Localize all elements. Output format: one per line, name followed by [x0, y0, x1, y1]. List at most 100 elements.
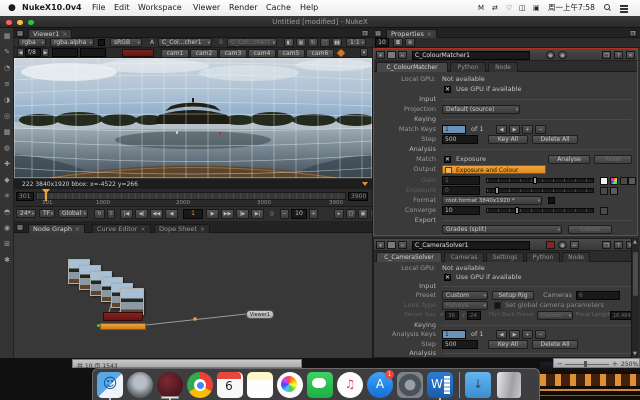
collapse-icon[interactable]: ▾	[376, 241, 385, 249]
channels-select[interactable]: rgba	[18, 38, 46, 47]
channel-chip[interactable]	[620, 177, 628, 185]
delete-key-icon[interactable]: −	[535, 125, 546, 134]
ime-icon[interactable]: M	[478, 0, 484, 16]
layer-select[interactable]: rgba.alpha	[50, 38, 94, 47]
properties-scrollbar[interactable]: ▲ ▼	[631, 238, 639, 358]
delete-key-icon[interactable]: −	[535, 330, 546, 339]
cameras-field[interactable]: 6	[576, 291, 620, 300]
timecode-mode-select[interactable]: TF	[39, 209, 55, 218]
playhead-marker-icon[interactable]	[42, 189, 50, 194]
range-start-field[interactable]: 301	[16, 192, 34, 201]
global-params-checkbox[interactable]	[494, 302, 501, 309]
projection-select[interactable]: Default (source)	[442, 105, 520, 114]
key-all-button[interactable]: Key All	[488, 340, 528, 349]
collapse-icon[interactable]: ▾	[376, 51, 385, 59]
tab-viewer1[interactable]: Viewer1	[28, 29, 72, 38]
colour-matcher-node[interactable]	[100, 323, 146, 330]
tab-curve-editor[interactable]: Curve Editor	[92, 224, 151, 233]
float-panel-icon[interactable]: ❐	[602, 241, 611, 249]
store-preset-icon[interactable]: ◉	[546, 51, 555, 59]
deep-icon[interactable]: ◓	[0, 208, 14, 216]
next-key-button[interactable]: |▶	[236, 209, 249, 219]
panel-menu-icon[interactable]: ▤	[16, 224, 24, 231]
roi-icon[interactable]: ⬚	[320, 38, 330, 47]
trash-dock-icon[interactable]	[497, 372, 521, 398]
converge-field[interactable]: 10	[442, 206, 480, 215]
exposure-slider-handle[interactable]	[495, 187, 499, 194]
viewer-image[interactable]	[14, 58, 372, 178]
tab-python[interactable]: Python	[450, 62, 486, 72]
particles-icon[interactable]: ✳	[0, 192, 14, 200]
goto-end-button[interactable]: ▶|	[251, 209, 264, 219]
float-panel-icon[interactable]: ❐	[602, 51, 611, 59]
max-panels-field[interactable]: 10	[375, 38, 389, 47]
alpha-toggle[interactable]	[98, 39, 105, 46]
help-icon[interactable]: ?	[614, 51, 623, 59]
color-swatch-white[interactable]	[600, 177, 608, 185]
keyer-icon[interactable]: ▩	[0, 128, 14, 136]
range-end-field[interactable]: 3900	[348, 192, 368, 201]
revert-icon[interactable]: ↩	[570, 241, 579, 249]
gamma-field[interactable]	[52, 48, 78, 57]
use-gpu-checkbox[interactable]	[444, 86, 451, 93]
gain-prev-icon[interactable]: ◀	[17, 48, 24, 57]
menu-render[interactable]: Render	[229, 0, 257, 16]
menu-workspace[interactable]: Workspace	[138, 0, 182, 16]
input-a-select[interactable]: C_Col...cher1	[158, 38, 212, 47]
key-all-button[interactable]: Key All	[488, 135, 528, 144]
warning-icon[interactable]	[362, 182, 368, 186]
format-lock-checkbox[interactable]	[548, 197, 555, 204]
view-cam4-button[interactable]: cam4	[248, 49, 276, 58]
bypass-icon[interactable]	[546, 241, 555, 249]
exposure-slider[interactable]	[486, 188, 594, 193]
timeline-track[interactable]	[36, 192, 346, 200]
lock-range-icon[interactable]: ▣	[358, 209, 368, 219]
viewer-node[interactable]: Viewer1	[246, 310, 274, 319]
refresh-icon[interactable]: ↻	[308, 38, 318, 47]
tab-node[interactable]: Node	[488, 62, 518, 72]
play-back-button[interactable]: ◀	[165, 209, 178, 219]
sync-icon[interactable]: ⇄	[492, 0, 498, 16]
node-color-swatch[interactable]	[387, 51, 396, 59]
system-preferences-dock-icon[interactable]	[397, 372, 423, 398]
format-select[interactable]: root.format 3840x1920 *	[442, 196, 542, 205]
output-checkbox[interactable]	[445, 167, 452, 174]
curve-menu-icon[interactable]: ≈	[398, 241, 407, 249]
add-key-icon[interactable]: +	[522, 330, 533, 339]
sync-preset-icon[interactable]: ◉	[558, 51, 567, 59]
create-button[interactable]: Create	[568, 225, 612, 234]
nuke-dock-icon[interactable]	[157, 372, 183, 398]
node-graph-canvas[interactable]: Viewer1	[14, 233, 372, 358]
apple-menu-icon[interactable]: ●	[8, 0, 16, 16]
tab-node-graph[interactable]: Node Graph	[28, 224, 85, 233]
lock-panels-icon[interactable]: ◘	[393, 38, 403, 47]
colorspace-select[interactable]: sRGB	[110, 38, 142, 47]
node-color-swatch[interactable]	[387, 241, 396, 249]
converge-slider-handle[interactable]	[515, 207, 519, 214]
add-key-icon[interactable]: +	[522, 125, 533, 134]
time-icon[interactable]: ◔	[0, 64, 14, 72]
read-node-icon[interactable]: ▦	[0, 32, 14, 40]
gain-field[interactable]: 1	[442, 176, 480, 185]
downloads-dock-icon[interactable]: ↓	[465, 372, 491, 398]
sample-field[interactable]	[80, 48, 106, 57]
panel-menu-icon[interactable]: ▤	[16, 30, 24, 37]
step-fwd-button[interactable]: ▶▶	[221, 209, 234, 219]
messages-dock-icon[interactable]	[307, 372, 333, 398]
setup-rig-button[interactable]: Setup Rig	[492, 291, 534, 300]
exposure-field[interactable]: 0	[442, 186, 480, 195]
help-icon[interactable]: ?	[614, 241, 623, 249]
word-dock-icon[interactable]: W	[427, 372, 453, 398]
stereo-icon[interactable]	[337, 49, 345, 57]
tab-cameras[interactable]: Cameras	[444, 252, 484, 262]
goto-start-button[interactable]: |◀	[120, 209, 133, 219]
roi-indicator[interactable]	[122, 49, 154, 57]
wipe-icon[interactable]: ◧	[284, 38, 294, 47]
panel-float-icon[interactable]: ❐	[629, 30, 637, 37]
store-preset-icon[interactable]: ◉	[558, 241, 567, 249]
menu-cache[interactable]: Cache	[266, 0, 291, 16]
transform-icon[interactable]: ✚	[0, 160, 14, 168]
notification-center-icon[interactable]	[620, 5, 628, 7]
av-icon[interactable]: ◫	[519, 0, 526, 16]
zoom-out-icon[interactable]: −	[557, 360, 563, 368]
